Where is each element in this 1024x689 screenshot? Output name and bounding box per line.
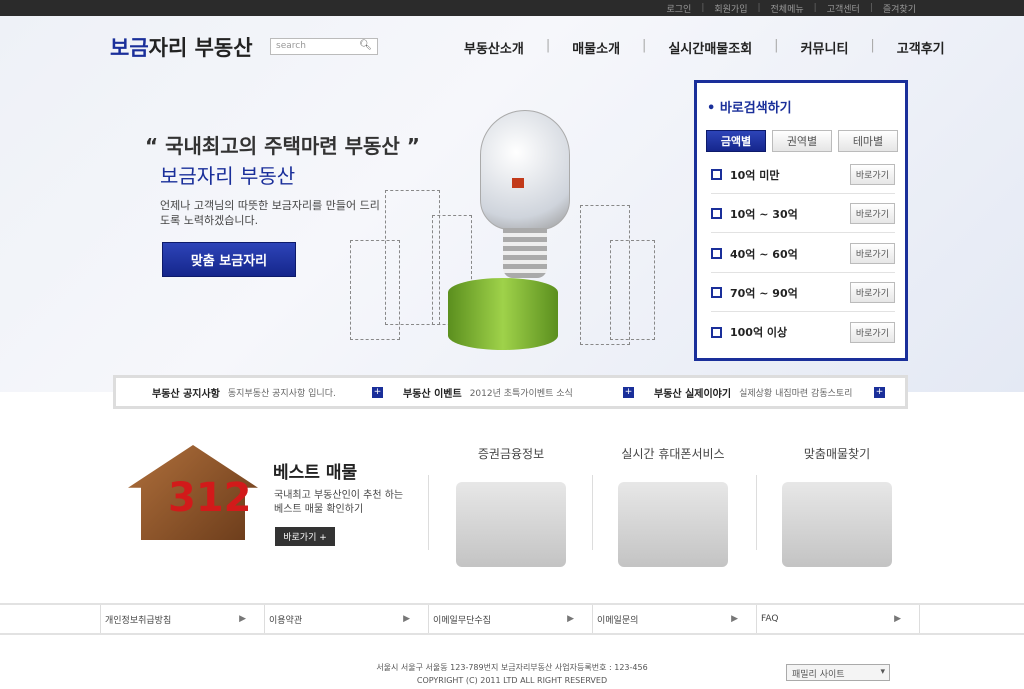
- search-icon[interactable]: 🔍︎: [359, 40, 372, 51]
- list-item: 10억 ~ 30억 바로가기: [711, 195, 895, 233]
- checkbox[interactable]: [711, 248, 722, 259]
- best-listing-desc: 국내최고 부동산인이 추천 하는 베스트 매물 확인하기: [274, 490, 404, 515]
- checkbox[interactable]: [711, 287, 722, 298]
- green-base-illustration: [448, 278, 558, 350]
- tab-by-region[interactable]: 권역별: [772, 130, 832, 152]
- event-item: 부동산 이벤트 2012년 초특가이벤트 소식 +: [403, 386, 634, 400]
- bookmark-link[interactable]: 즐겨찾기: [883, 2, 916, 15]
- lightbulb-base: [503, 228, 547, 278]
- best-listing-title: 베스트 매물: [273, 463, 358, 483]
- plus-icon[interactable]: +: [874, 386, 885, 398]
- quick-search-title: • 바로검색하기: [707, 101, 792, 116]
- story-item: 부동산 실제이야기 실제상황 내집마련 감동스토리 +: [654, 386, 885, 400]
- plus-icon[interactable]: +: [623, 386, 634, 398]
- hero-quote: “ 국내최고의 주택마련 부동산 ”: [145, 134, 420, 158]
- nav-realtime[interactable]: 실시간매물조회: [668, 38, 752, 57]
- checkbox[interactable]: [711, 169, 722, 180]
- notice-item: 부동산 공지사항 동지부동산 공지사항 입니다. +: [152, 386, 383, 400]
- chevron-down-icon: ▾: [880, 667, 885, 677]
- lightbulb-illustration: [480, 110, 570, 230]
- best-go-button[interactable]: 바로가기 +: [275, 527, 335, 546]
- checkbox[interactable]: [711, 326, 722, 338]
- login-link[interactable]: 로그인: [666, 2, 691, 15]
- checkbox[interactable]: [711, 208, 722, 219]
- sitemap-link[interactable]: 전체메뉴: [771, 2, 804, 15]
- hero-subtitle: 보금자리 부동산: [160, 164, 296, 188]
- hero-description: 언제나 고객님의 따뜻한 보금자리를 만들어 드리도록 노력하겠습니다.: [160, 199, 380, 227]
- tab-by-price[interactable]: 금액별: [706, 130, 766, 152]
- footer-nav: 개인정보취급방침 ▶ 이용약관 ▶ 이메일무단수집 ▶ 이메일문의 ▶ FAQ ▶: [0, 603, 1024, 635]
- footer-link-faq[interactable]: FAQ ▶: [756, 605, 920, 633]
- footer-link-terms[interactable]: 이용약관 ▶: [264, 605, 428, 633]
- logo[interactable]: 보금자리 부동산: [110, 32, 253, 62]
- nav-listings[interactable]: 매물소개: [572, 38, 620, 57]
- phone-cards-icon: [618, 482, 728, 567]
- building-outline: [610, 240, 655, 340]
- list-item: 70억 ~ 90억 바로가기: [711, 274, 895, 312]
- dollar-chart-icon: [456, 482, 566, 567]
- tab-by-theme[interactable]: 테마별: [838, 130, 898, 152]
- nav-reviews[interactable]: 고객후기: [897, 38, 945, 57]
- arrow-right-icon: ▶: [567, 614, 574, 624]
- go-button[interactable]: 바로가기: [849, 282, 895, 303]
- top-utility-bar: 로그인 | 회원가입 | 전체메뉴 | 고객센터 | 즐겨찾기: [0, 0, 1024, 16]
- custom-home-button[interactable]: 맞춤 보금자리: [162, 242, 296, 277]
- go-button[interactable]: 바로가기: [849, 164, 895, 185]
- arrow-right-icon: ▶: [731, 614, 738, 624]
- service-finance[interactable]: 증권금융정보: [436, 445, 586, 567]
- signup-link[interactable]: 회원가입: [714, 2, 747, 15]
- arrow-right-icon: ▶: [403, 614, 410, 624]
- list-item: 100억 이상 바로가기: [711, 313, 895, 351]
- arrow-right-icon: ▶: [894, 614, 901, 624]
- footer-link-privacy[interactable]: 개인정보취급방침 ▶: [100, 605, 264, 633]
- nav-community[interactable]: 커뮤니티: [801, 38, 849, 57]
- plus-icon[interactable]: +: [372, 386, 383, 398]
- search-input[interactable]: search 🔍︎: [270, 38, 378, 55]
- service-mobile[interactable]: 실시간 휴대폰서비스: [598, 445, 748, 567]
- list-item: 40억 ~ 60억 바로가기: [711, 235, 895, 273]
- magnifier-folder-icon: [782, 482, 892, 567]
- footer-link-email-contact[interactable]: 이메일문의 ▶: [592, 605, 756, 633]
- go-button[interactable]: 바로가기: [849, 203, 895, 224]
- go-button[interactable]: 바로가기: [849, 243, 895, 264]
- quick-search-panel: • 바로검색하기 금액별 권역별 테마별 10억 미만 바로가기 10억 ~ 30…: [694, 80, 908, 361]
- footer-link-email-policy[interactable]: 이메일무단수집 ▶: [428, 605, 592, 633]
- best-listing-house-icon: 312: [128, 445, 258, 540]
- notice-bar: 부동산 공지사항 동지부동산 공지사항 입니다. + 부동산 이벤트 2012년 초특…: [113, 375, 908, 409]
- customer-center-link[interactable]: 고객센터: [827, 2, 860, 15]
- go-button[interactable]: 바로가기: [849, 321, 895, 343]
- service-find-listing[interactable]: 맞춤매물찾기: [762, 445, 912, 567]
- arrow-right-icon: ▶: [239, 614, 246, 624]
- nav-about[interactable]: 부동산소개: [464, 38, 524, 57]
- family-site-select[interactable]: 패밀리 사이트 ▾: [786, 664, 890, 681]
- main-nav: 부동산소개 | 매물소개 | 실시간매물조회 | 커뮤니티 | 고객후기: [464, 38, 945, 57]
- list-item: 10억 미만 바로가기: [711, 156, 895, 194]
- house-icon: [512, 178, 524, 188]
